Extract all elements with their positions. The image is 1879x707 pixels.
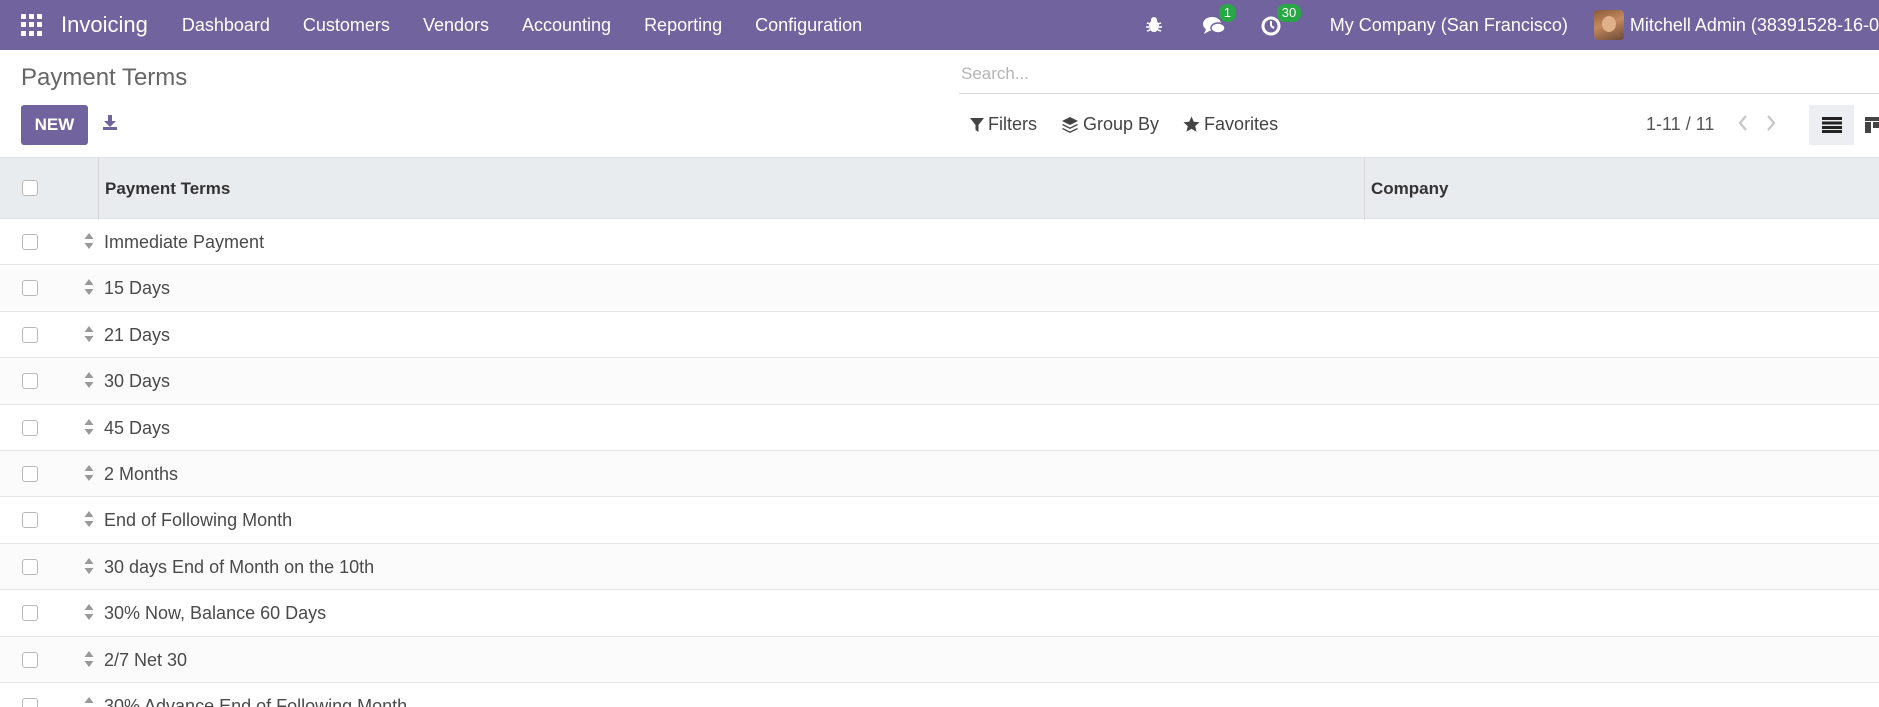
row-checkbox[interactable] <box>22 234 38 250</box>
payment-term-name: Immediate Payment <box>104 232 265 252</box>
debug-bug-icon[interactable] <box>1144 13 1168 37</box>
filters-button[interactable]: Filters <box>970 114 1037 135</box>
table-row[interactable]: 30 Days <box>0 358 1879 405</box>
column-divider <box>98 158 99 220</box>
table-row[interactable]: End of Following Month <box>0 497 1879 544</box>
table-row[interactable]: 2/7 Net 30 <box>0 636 1879 683</box>
row-checkbox[interactable] <box>22 605 38 622</box>
menu-reporting[interactable]: Reporting <box>644 15 722 36</box>
favorites-button[interactable]: Favorites <box>1183 114 1278 135</box>
pager-previous-icon[interactable] <box>1736 113 1750 133</box>
table-row[interactable]: 15 Days <box>0 265 1879 312</box>
activities-clock-icon[interactable]: 30 <box>1260 4 1302 37</box>
drag-handle-icon[interactable] <box>84 371 94 389</box>
export-download-icon[interactable] <box>101 113 119 131</box>
user-name: Mitchell Admin (38391528-16-0 <box>1629 14 1879 35</box>
company-switcher[interactable]: My Company (San Francisco) <box>1330 15 1568 36</box>
drag-handle-icon[interactable] <box>84 603 94 621</box>
drag-handle-icon[interactable] <box>84 464 94 482</box>
drag-handle-icon[interactable] <box>84 557 94 575</box>
drag-handle-icon[interactable] <box>84 418 94 436</box>
page-title: Payment Terms <box>21 64 188 91</box>
row-checkbox[interactable] <box>22 326 38 343</box>
search-input[interactable] <box>959 58 1879 90</box>
payment-term-name: 30% Advance End of Following Month <box>104 695 408 707</box>
favorites-label: Favorites <box>1204 114 1279 134</box>
messages-badge: 1 <box>1218 4 1236 22</box>
row-checkbox[interactable] <box>22 465 38 482</box>
kanban-view-icon[interactable] <box>1865 115 1879 135</box>
payment-term-name: 45 Days <box>104 417 171 438</box>
table-row[interactable]: 30% Advance End of Following Month <box>0 683 1879 707</box>
payment-term-name: 30% Now, Balance 60 Days <box>104 603 327 624</box>
filter-funnel-icon <box>970 117 984 132</box>
list-view-icon <box>1821 117 1842 133</box>
payment-term-name: 21 Days <box>104 324 171 345</box>
drag-handle-icon[interactable] <box>84 325 94 343</box>
row-checkbox[interactable] <box>22 697 38 707</box>
menu-accounting[interactable]: Accounting <box>522 15 611 36</box>
payment-term-name: 2/7 Net 30 <box>104 649 188 670</box>
new-button[interactable]: NEW <box>21 105 88 145</box>
table-row[interactable]: 30 days End of Month on the 10th <box>0 543 1879 591</box>
messages-chat-icon[interactable]: 1 <box>1202 4 1236 37</box>
table-row[interactable]: 21 Days <box>0 312 1879 359</box>
apps-menu-icon[interactable] <box>21 14 43 36</box>
activities-badge: 30 <box>1276 4 1302 22</box>
row-checkbox[interactable] <box>22 512 38 529</box>
drag-handle-icon[interactable] <box>84 650 94 668</box>
filters-label: Filters <box>988 114 1037 134</box>
app-brand[interactable]: Invoicing <box>61 12 148 38</box>
payment-term-name: 2 Months <box>104 463 179 484</box>
column-divider <box>1364 158 1365 220</box>
table-header: Payment Terms Company <box>0 157 1879 220</box>
group-by-label: Group By <box>1083 114 1160 134</box>
row-checkbox[interactable] <box>22 280 38 297</box>
pager-value[interactable]: 1-11 / 11 <box>1646 114 1714 135</box>
drag-handle-icon[interactable] <box>84 232 94 250</box>
payment-term-name: End of Following Month <box>104 510 293 531</box>
menu-configuration[interactable]: Configuration <box>755 15 862 36</box>
drag-handle-icon[interactable] <box>84 278 94 296</box>
select-all-checkbox[interactable] <box>22 180 38 196</box>
row-checkbox[interactable] <box>22 373 38 390</box>
row-checkbox[interactable] <box>22 558 38 575</box>
group-by-button[interactable]: Group By <box>1061 114 1159 135</box>
table-row[interactable]: 30% Now, Balance 60 Days <box>0 590 1879 637</box>
pager-next-icon[interactable] <box>1764 113 1778 133</box>
table-row[interactable]: 2 Months <box>0 450 1879 498</box>
menu-vendors[interactable]: Vendors <box>423 15 489 36</box>
menu-dashboard[interactable]: Dashboard <box>182 15 270 36</box>
search-panel-options: Filters Group By Favorites <box>970 114 1302 135</box>
drag-handle-icon[interactable] <box>84 510 94 528</box>
star-icon <box>1183 116 1200 132</box>
user-menu[interactable]: Mitchell Admin (38391528-16-0 <box>1593 10 1879 40</box>
table-row[interactable]: 45 Days <box>0 405 1879 451</box>
row-checkbox[interactable] <box>22 419 38 436</box>
top-navbar: Invoicing Dashboard Customers Vendors Ac… <box>0 0 1879 50</box>
payment-terms-table: Payment Terms Company Immediate Payment … <box>0 157 1879 707</box>
drag-handle-icon[interactable] <box>84 696 94 707</box>
user-avatar <box>1593 10 1624 40</box>
menu-customers[interactable]: Customers <box>303 15 390 36</box>
list-view-button[interactable] <box>1809 105 1854 145</box>
search-bar <box>959 58 1879 94</box>
table-row[interactable]: Immediate Payment <box>0 219 1879 266</box>
payment-term-name: 15 Days <box>104 278 171 299</box>
payment-term-name: 30 Days <box>104 371 171 392</box>
row-checkbox[interactable] <box>22 651 38 668</box>
column-header-payment-terms[interactable]: Payment Terms <box>105 179 230 199</box>
layers-icon <box>1062 116 1078 133</box>
column-header-company[interactable]: Company <box>1371 179 1448 199</box>
payment-term-name: 30 days End of Month on the 10th <box>104 556 375 577</box>
